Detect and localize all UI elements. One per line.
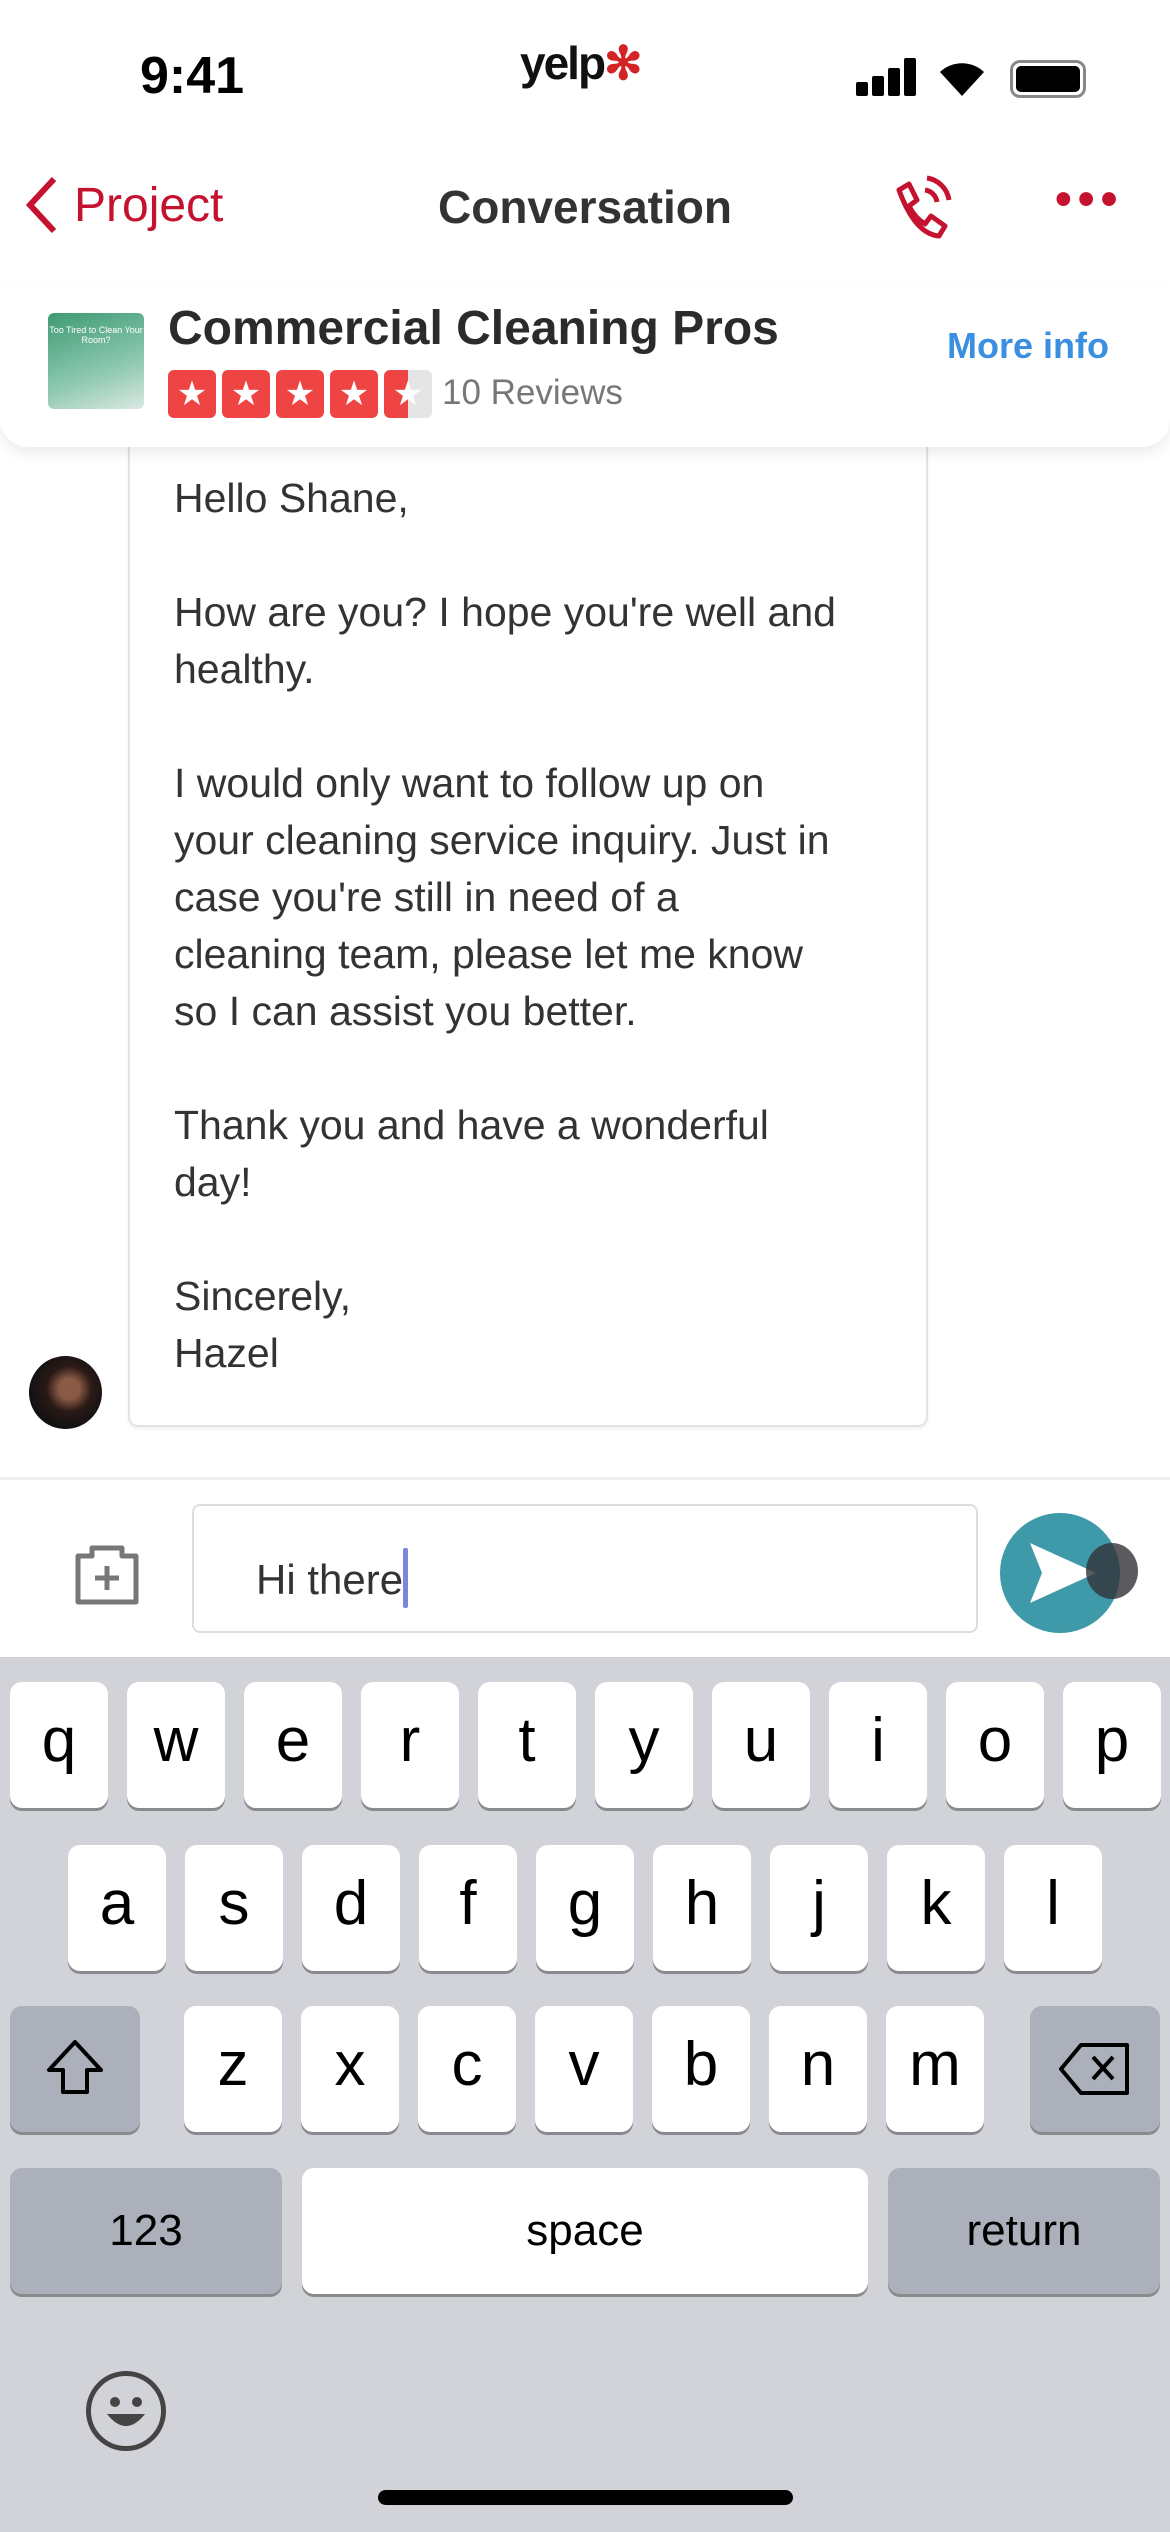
key-x[interactable]: x [301,2006,399,2132]
key-g[interactable]: g [536,1845,634,1971]
key-y[interactable]: y [595,1682,693,1808]
key-u[interactable]: u [712,1682,810,1808]
message-line: case you're still in need of a [174,874,679,920]
divider [0,1477,1170,1480]
key-q[interactable]: q [10,1682,108,1808]
message-paragraph: Sincerely, Hazel [174,1268,836,1382]
star-icon: ★ [276,370,324,418]
star-icon: ★ [168,370,216,418]
message-paragraph: Hello Shane, [174,470,836,527]
star-icon: ★ [330,370,378,418]
message-line: so I can assist you better. [174,988,637,1034]
message-line: Thank you and have a wonderful [174,1102,769,1148]
key-d[interactable]: d [302,1845,400,1971]
status-time: 9:41 [140,47,245,105]
emoji-button[interactable] [86,2371,166,2451]
key-z[interactable]: z [184,2006,282,2132]
key-e[interactable]: e [244,1682,342,1808]
message-line: Hazel [174,1330,279,1376]
star-icon: ★ [222,370,270,418]
delete-icon [1059,2043,1129,2095]
home-indicator [378,2490,793,2505]
camera-plus-icon[interactable] [74,1540,140,1606]
key-b[interactable]: b [652,2006,750,2132]
message-line: your cleaning service inquiry. Just in [174,817,830,863]
shift-key[interactable] [10,2006,140,2132]
key-l[interactable]: l [1004,1845,1102,1971]
key-f[interactable]: f [419,1845,517,1971]
avatar[interactable] [29,1356,102,1429]
key-p[interactable]: p [1063,1682,1161,1808]
message-paragraph: Thank you and have a wonderful day! [174,1097,836,1211]
key-s[interactable]: s [185,1845,283,1971]
message-paragraph: How are you? I hope you're well and healt… [174,584,836,698]
wifi-icon [940,63,984,96]
message-line: Sincerely, [174,1273,351,1319]
emoji-icon [107,2397,145,2426]
business-name[interactable]: Commercial Cleaning Pros [168,301,779,356]
phone-call-icon[interactable] [885,172,955,244]
key-o[interactable]: o [946,1682,1044,1808]
message-bubble: Hello Shane, How are you? I hope you're w… [128,400,928,1427]
more-info-link[interactable]: More info [947,325,1109,367]
signal-icon [856,58,916,96]
key-k[interactable]: k [887,1845,985,1971]
key-w[interactable]: w [127,1682,225,1808]
key-m[interactable]: m [886,2006,984,2132]
message-paragraph: I would only want to follow up on your cl… [174,755,836,1040]
return-key[interactable]: return [888,2168,1160,2294]
key-n[interactable]: n [769,2006,867,2132]
message-line: healthy. [174,646,315,692]
business-thumbnail[interactable]: Too Tired to Clean Your Room? [48,313,144,409]
delete-key[interactable] [1030,2006,1160,2132]
shift-icon [47,2040,103,2094]
business-header: Too Tired to Clean Your Room? Commercial… [0,285,1170,447]
message-line: Hello Shane, [174,475,409,521]
battery-icon [1010,60,1086,98]
half-star-icon: ★ [384,370,432,418]
yelp-logo: yelp✻ [520,37,643,89]
message-line: cleaning team, please let me know [174,931,804,977]
page-title: Conversation [438,181,732,233]
key-h[interactable]: h [653,1845,751,1971]
text-caret [403,1548,409,1608]
more-options-button[interactable]: ••• [1055,172,1123,227]
send-button[interactable] [1000,1513,1138,1633]
message-line: How are you? I hope you're well and [174,589,836,635]
key-v[interactable]: v [535,2006,633,2132]
input-text: Hi there [256,1556,404,1603]
key-i[interactable]: i [829,1682,927,1808]
review-count[interactable]: 10 Reviews [442,373,623,413]
message-line: I would only want to follow up on [174,760,765,806]
key-j[interactable]: j [770,1845,868,1971]
space-key[interactable]: space [302,2168,868,2294]
message-text: Hello Shane, How are you? I hope you're w… [174,470,836,1439]
message-line: day! [174,1159,252,1205]
message-input[interactable]: Hi there [192,1504,978,1633]
key-a[interactable]: a [68,1845,166,1971]
key-r[interactable]: r [361,1682,459,1808]
touch-indicator [1086,1543,1138,1599]
key-t[interactable]: t [478,1682,576,1808]
numbers-key[interactable]: 123 [10,2168,282,2294]
key-c[interactable]: c [418,2006,516,2132]
